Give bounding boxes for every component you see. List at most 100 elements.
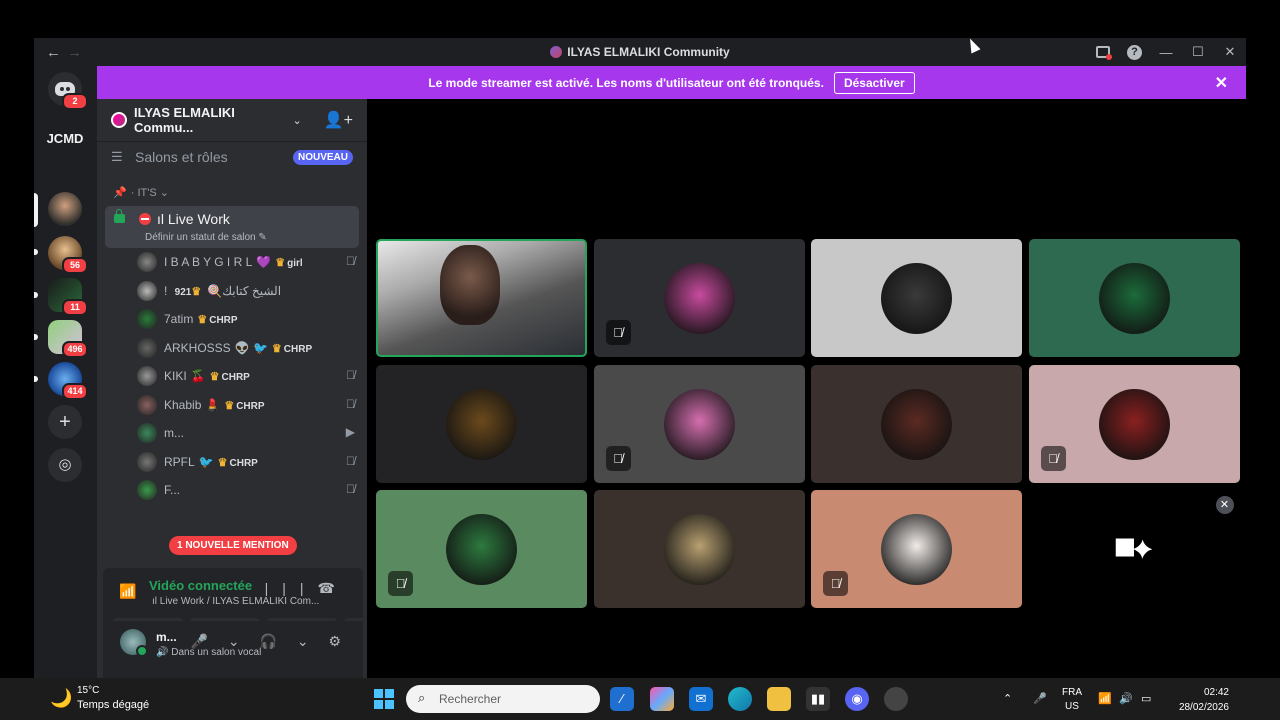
lock-icon xyxy=(114,209,125,223)
close-window-button[interactable]: ✕ xyxy=(1214,44,1246,60)
voice-member[interactable]: ! الشيخ كتابك🍭921 xyxy=(97,277,367,306)
volume-icon[interactable]: 🔊 xyxy=(1119,692,1133,705)
member-name: ! الشيخ كتابك🍭921 xyxy=(164,284,281,298)
noise-suppression-icon[interactable]: ||| xyxy=(265,580,318,596)
voice-member[interactable]: 7atimCHRP xyxy=(97,305,367,334)
minimize-button[interactable]: — xyxy=(1150,45,1182,60)
server-3[interactable]: 11 xyxy=(48,278,88,316)
video-connected-label: Vidéo connectée xyxy=(149,578,253,593)
taskbar-clock[interactable]: 02:42 28/02/2026 xyxy=(1179,685,1229,715)
voice-member[interactable]: m... ▶ xyxy=(97,419,367,448)
server-badge: 11 xyxy=(62,299,88,316)
member-role-tag: 921 xyxy=(175,287,204,298)
member-name: F... xyxy=(164,483,180,497)
voice-member[interactable]: KIKI🍒 CHRP 🎙̸ xyxy=(97,362,367,391)
participant-tile[interactable]: 🎙̸ xyxy=(811,490,1022,608)
app-icon[interactable]: ⁄ xyxy=(610,687,634,711)
wifi-icon[interactable]: 📶 xyxy=(1098,692,1112,705)
member-role-tag: CHRP xyxy=(197,315,237,326)
invite-people-icon[interactable]: 👤+ xyxy=(324,110,353,130)
server-4[interactable]: 496 xyxy=(48,320,88,358)
avatar xyxy=(446,388,517,460)
close-icon[interactable]: ✕ xyxy=(1215,496,1234,514)
file-explorer-icon[interactable] xyxy=(767,687,791,711)
avatar xyxy=(881,514,952,585)
new-badge: NOUVEAU xyxy=(292,149,353,165)
add-server-icon[interactable]: + xyxy=(48,405,82,439)
disable-streamer-mode-button[interactable]: Désactiver xyxy=(833,71,915,94)
maximize-button[interactable]: ☐ xyxy=(1182,44,1214,60)
search-icon: ⌕ xyxy=(418,690,426,705)
category-header[interactable]: 📌 · IT'S ⌄ xyxy=(97,186,367,206)
selected-server-indicator xyxy=(34,193,38,227)
participant-tile[interactable] xyxy=(593,490,805,608)
member-role-tag: CHRP xyxy=(272,344,312,355)
channels-and-roles[interactable]: ☰ Salons et rôles NOUVEAU xyxy=(97,142,367,172)
avatar xyxy=(1098,263,1170,334)
participant-tile[interactable] xyxy=(376,364,587,483)
copilot-icon[interactable] xyxy=(650,687,674,711)
outlook-icon[interactable]: ✉ xyxy=(689,687,713,711)
participant-tile[interactable] xyxy=(811,364,1022,483)
explore-servers-icon[interactable]: ◎ xyxy=(48,448,82,482)
participant-tile[interactable]: 🎙̸ xyxy=(1028,364,1240,483)
streamer-mode-banner: Le mode streamer est activé. Les noms d'… xyxy=(97,66,1246,99)
muted-mic-icon: 🎙̸ xyxy=(346,254,355,268)
avatar xyxy=(137,366,157,386)
discord-taskbar-icon[interactable]: ◉ xyxy=(845,687,869,711)
server-5[interactable]: 414 xyxy=(48,362,88,400)
avatar[interactable] xyxy=(120,629,148,657)
voice-member[interactable]: ARKHOSSS👽 🐦 CHRP xyxy=(97,334,367,363)
server-2[interactable]: 56 xyxy=(48,236,88,274)
voice-channel-name: ıl Live Work xyxy=(139,211,230,227)
participant-tile[interactable]: 🎙̸ xyxy=(593,239,805,357)
taskbar-search[interactable]: ⌕ Rechercher xyxy=(406,685,600,713)
participant-tile[interactable] xyxy=(1028,239,1240,357)
member-name-text: KIKI xyxy=(164,369,187,383)
temperature: 15°C xyxy=(77,685,100,696)
language-indicator[interactable]: FRA US xyxy=(1062,686,1082,714)
voice-member[interactable]: I B A B Y G I R L💜girl 🎙̸ xyxy=(97,248,367,277)
new-mention-pill[interactable]: 1 NOUVELLE MENTION xyxy=(169,536,297,555)
camera-video-tile[interactable] xyxy=(376,239,587,357)
muted-mic-icon: 🎙̸ xyxy=(823,571,848,596)
user-name: m... xyxy=(156,630,177,644)
channel-status-text: Définir un statut de salon xyxy=(145,232,256,243)
voice-channel-live-work[interactable]: ıl Live Work Définir un statut de salon … xyxy=(105,206,359,248)
microphone-icon[interactable]: 🎤 xyxy=(1033,692,1047,705)
muted-mic-icon: 🎙̸ xyxy=(346,396,355,411)
participant-tile[interactable]: 🎙̸ xyxy=(376,490,587,608)
participant-tile[interactable] xyxy=(811,239,1022,357)
help-icon[interactable]: ? xyxy=(1127,44,1142,60)
discord-window: ←→ ILYAS ELMALIKI Community ? — ☐ ✕ 2 JC… xyxy=(34,38,1246,678)
audio-app-icon[interactable]: ▮▮ xyxy=(806,687,830,711)
member-name: m... xyxy=(164,426,184,440)
server-name: ILYAS ELMALIKI Commu... xyxy=(134,105,235,135)
disconnect-icon[interactable]: ☎ xyxy=(318,580,349,596)
show-hidden-icons[interactable]: ⌃ xyxy=(1003,692,1012,705)
app-icon-chrome[interactable] xyxy=(884,687,908,711)
close-banner-icon[interactable]: ✕ xyxy=(1215,73,1228,93)
user-controls[interactable]: 🎤 ⌄ 🎧 ⌄ ⚙ xyxy=(191,633,349,650)
server-header[interactable]: ILYAS ELMALIKI Commu... ⌄ 👤+ xyxy=(97,99,367,142)
voice-location[interactable]: ıl Live Work / ILYAS ELMALIKI Com... xyxy=(152,596,319,607)
edge-icon[interactable] xyxy=(728,687,752,711)
server-jcmd[interactable]: JCMD xyxy=(45,122,85,156)
server-ilyas-elmaliki[interactable] xyxy=(48,192,82,226)
channel-status-prompt[interactable]: Définir un statut de salon ✎ xyxy=(145,232,267,243)
activity-tile[interactable]: ⯀✦ ✕ xyxy=(1028,490,1240,608)
member-name-text: ARKHOSSS xyxy=(164,340,231,355)
member-name: RPFL🐦 CHRP xyxy=(164,455,258,469)
voice-member[interactable]: RPFL🐦 CHRP 🎙̸ xyxy=(97,448,367,477)
participant-tile[interactable]: 🎙̸ xyxy=(593,364,805,483)
voice-member[interactable]: F... 🎙̸ xyxy=(97,476,367,505)
avatar xyxy=(137,309,157,329)
start-button[interactable] xyxy=(374,689,394,709)
member-emoji: 💄 xyxy=(205,397,221,412)
battery-icon[interactable]: ▭ xyxy=(1141,692,1151,705)
unread-indicator xyxy=(34,249,38,255)
discord-home-button[interactable]: 2 xyxy=(48,72,88,110)
avatar xyxy=(881,388,952,460)
inbox-icon[interactable] xyxy=(1096,46,1112,60)
voice-member[interactable]: Khabib💄CHRP 🎙̸ xyxy=(97,391,367,420)
